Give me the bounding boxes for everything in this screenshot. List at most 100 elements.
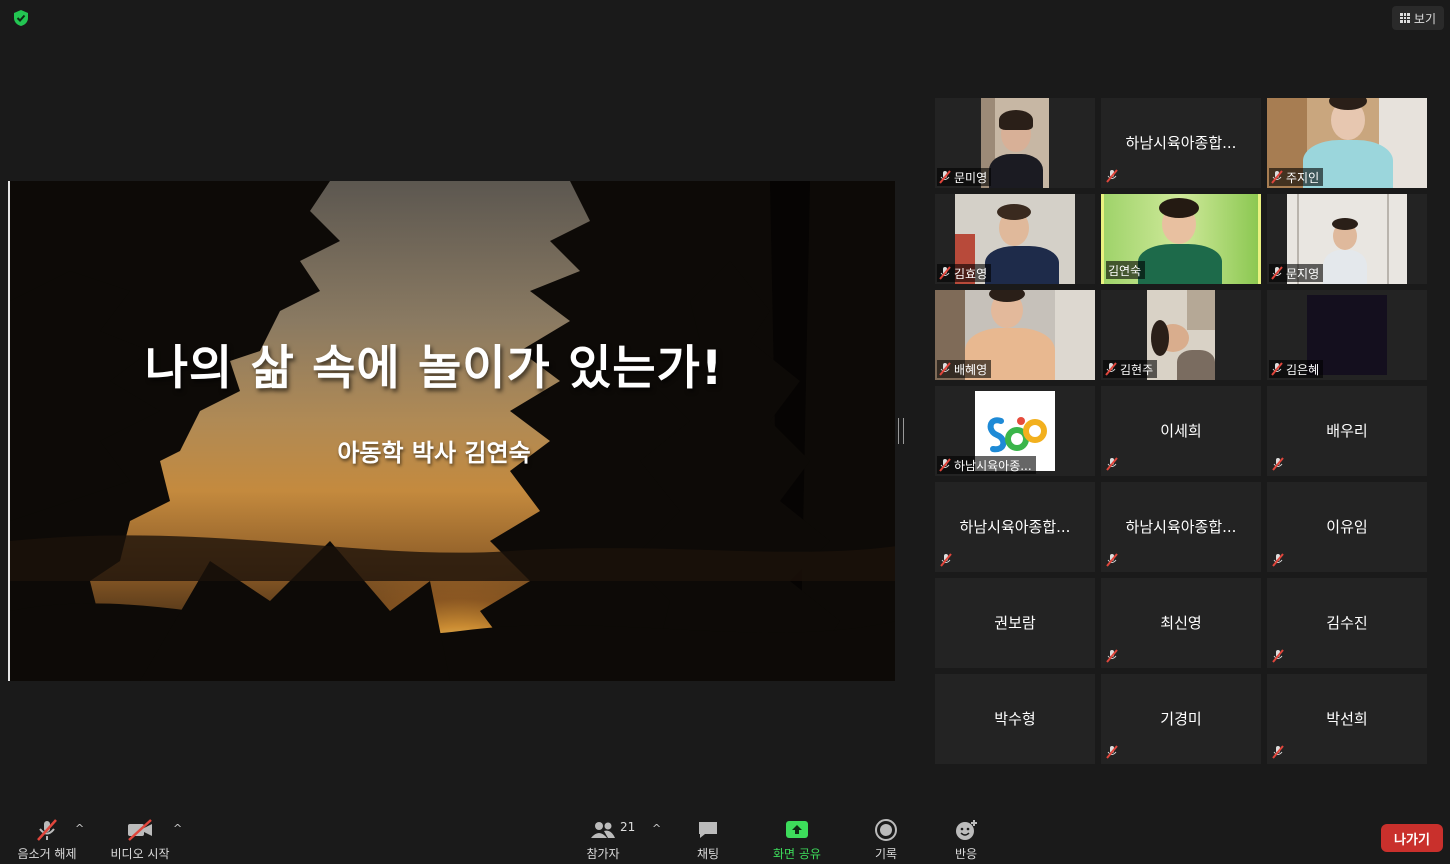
participant-tile[interactable]: 김현주 <box>1101 290 1261 380</box>
start-video-button[interactable]: 비디오 시작 <box>104 818 176 862</box>
participant-name: 배우리 <box>1326 422 1368 440</box>
participant-label: 문지영 <box>1269 264 1324 282</box>
participant-tile[interactable]: 하남시육아종합... <box>935 482 1095 572</box>
participant-tile[interactable]: 하남시육아종합... <box>1101 98 1261 188</box>
reactions-button[interactable]: 반응 <box>946 818 986 862</box>
participants-count: 21 <box>620 820 636 834</box>
participant-label: 김연숙 <box>1106 261 1146 279</box>
participant-tile[interactable]: 배우리 <box>1267 386 1427 476</box>
microphone-muted-icon <box>37 819 57 841</box>
participant-name: 하남시육아종... <box>954 458 1032 473</box>
participant-tile[interactable]: 이유임 <box>1267 482 1427 572</box>
participant-name: 문미영 <box>954 170 988 185</box>
video-camera-off-icon <box>128 819 152 841</box>
participant-label: 김은혜 <box>1269 360 1324 378</box>
participant-name: 하남시육아종합... <box>959 518 1071 536</box>
participant-tile[interactable]: 김수진 <box>1267 578 1427 668</box>
participant-tile[interactable]: 최신영 <box>1101 578 1261 668</box>
participant-name: 기경미 <box>1160 710 1202 728</box>
participant-name: 문지영 <box>1286 266 1320 281</box>
grid-icon <box>1399 13 1410 23</box>
mic-muted-icon <box>1106 649 1118 663</box>
participant-name: 김수진 <box>1326 614 1368 632</box>
share-screen-arrow-icon <box>786 821 808 838</box>
participant-label: 주지인 <box>1269 168 1324 186</box>
mic-muted-icon <box>1272 553 1284 567</box>
participant-tile[interactable]: 문미영 <box>935 98 1095 188</box>
participant-tile[interactable]: 김은혜 <box>1267 290 1427 380</box>
shared-screen: 나의 삶 속에 놀이가 있는가! 아동학 박사 김연숙 <box>8 181 895 681</box>
slide-subtitle: 아동학 박사 김연숙 <box>337 439 531 467</box>
participant-tile[interactable]: 박수형 <box>935 674 1095 764</box>
participants-icon <box>591 822 615 838</box>
participant-label: 김현주 <box>1103 360 1158 378</box>
start-video-label: 비디오 시작 <box>110 847 170 861</box>
mic-muted-icon <box>1271 170 1283 184</box>
participant-name: 박선희 <box>1326 710 1368 728</box>
mic-muted-icon <box>1106 169 1118 183</box>
participant-name: 하남시육아종합... <box>1125 518 1237 536</box>
participant-tile[interactable]: 기경미 <box>1101 674 1261 764</box>
unmute-button[interactable]: 음소거 해제 <box>10 818 84 862</box>
participant-name: 하남시육아종합... <box>1125 134 1237 152</box>
mic-muted-icon <box>1105 362 1117 376</box>
participant-name: 최신영 <box>1160 614 1202 632</box>
chat-label: 채팅 <box>696 847 720 861</box>
participant-label: 배혜영 <box>937 360 992 378</box>
participant-name: 김연숙 <box>1108 263 1142 278</box>
participant-name: 김효영 <box>954 266 988 281</box>
participant-tile-active-speaker[interactable]: 김연숙 <box>1101 194 1261 284</box>
participant-name: 이유임 <box>1326 518 1368 536</box>
mic-muted-icon <box>1272 649 1284 663</box>
mic-muted-icon <box>940 553 952 567</box>
mic-muted-icon <box>1271 266 1283 280</box>
mic-muted-icon <box>1106 457 1118 471</box>
participants-label: 참가자 <box>586 847 620 861</box>
mic-muted-icon <box>939 362 951 376</box>
mic-muted-icon <box>1272 457 1284 471</box>
record-icon <box>875 819 897 841</box>
participant-label: 하남시육아종... <box>937 456 1036 474</box>
participant-name: 이세희 <box>1160 422 1202 440</box>
mic-muted-icon <box>1106 745 1118 759</box>
participant-name: 김은혜 <box>1286 362 1320 377</box>
view-label: 보기 <box>1413 11 1436 26</box>
audio-options-caret-icon[interactable]: ^ <box>75 822 84 835</box>
record-button[interactable]: 기록 <box>866 818 906 862</box>
participant-tile[interactable]: 주지인 <box>1267 98 1427 188</box>
chat-bubble-icon <box>699 822 717 838</box>
shield-check-icon[interactable] <box>12 9 30 27</box>
unmute-label: 음소거 해제 <box>17 847 77 861</box>
participants-options-caret-icon[interactable]: ^ <box>652 822 661 835</box>
participant-tile[interactable]: 김효영 <box>935 194 1095 284</box>
record-label: 기록 <box>874 847 898 861</box>
mic-muted-icon <box>1272 745 1284 759</box>
mic-muted-icon <box>1271 362 1283 376</box>
participant-tile[interactable]: 권보람 <box>935 578 1095 668</box>
share-screen-button[interactable]: 화면 공유 <box>766 818 828 862</box>
meeting-toolbar: 음소거 해제 ^ 비디오 시작 ^ 참가자 21 ^ 채팅 화면 공유 기록 반… <box>0 808 1450 864</box>
participant-tile[interactable]: 이세희 <box>1101 386 1261 476</box>
participant-name: 권보람 <box>994 614 1036 632</box>
mic-muted-icon <box>1106 553 1118 567</box>
slide-title: 나의 삶 속에 놀이가 있는가! <box>144 341 724 396</box>
participant-tile[interactable]: 문지영 <box>1267 194 1427 284</box>
leave-meeting-button[interactable]: 나가기 <box>1381 824 1443 852</box>
forest-silhouette-image <box>10 181 895 681</box>
resize-handle[interactable] <box>898 418 904 444</box>
participant-name: 주지인 <box>1286 170 1320 185</box>
video-options-caret-icon[interactable]: ^ <box>173 822 182 835</box>
participant-tile[interactable]: 배혜영 <box>935 290 1095 380</box>
participant-video <box>981 98 1049 188</box>
participant-tile[interactable]: 박선희 <box>1267 674 1427 764</box>
participant-video <box>1147 290 1215 380</box>
chat-button[interactable]: 채팅 <box>688 818 728 862</box>
participant-tile[interactable]: 하남시육아종합... <box>1101 482 1261 572</box>
participant-name: 박수형 <box>994 710 1036 728</box>
participant-tile[interactable]: 하남시육아종... <box>935 386 1095 476</box>
view-button[interactable]: 보기 <box>1391 6 1444 30</box>
mic-muted-icon <box>939 170 951 184</box>
reactions-label: 반응 <box>954 847 978 861</box>
participant-name: 배혜영 <box>954 362 988 377</box>
participant-label: 문미영 <box>937 168 992 186</box>
